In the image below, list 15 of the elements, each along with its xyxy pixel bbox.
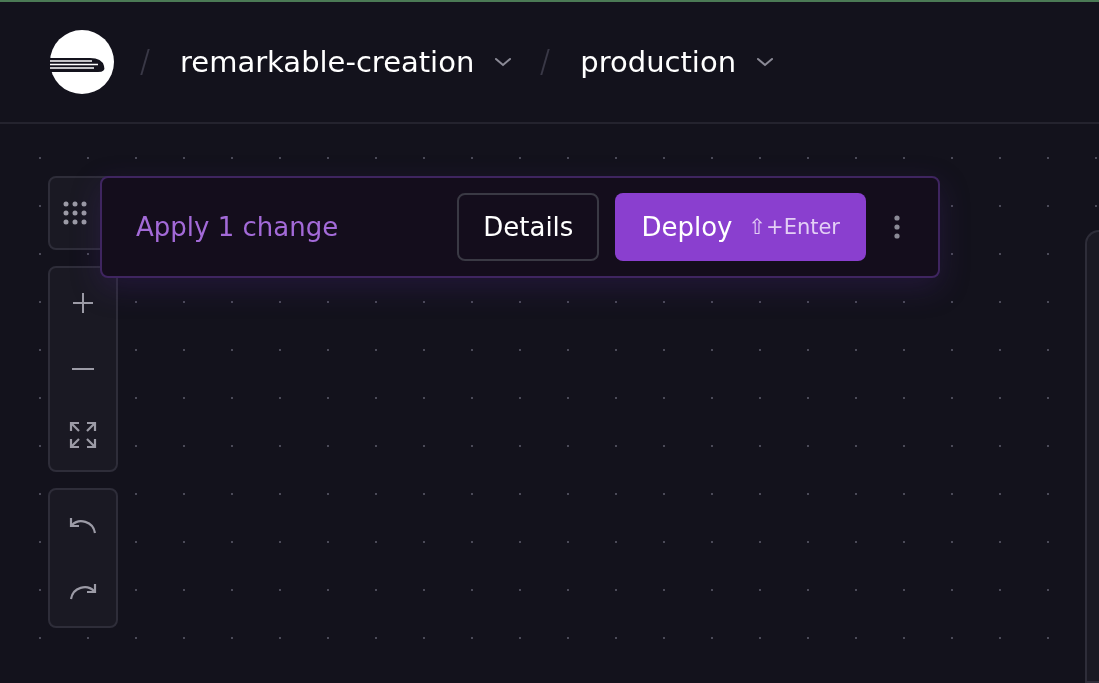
- expand-arrows-icon: [69, 421, 97, 449]
- details-button[interactable]: Details: [457, 193, 600, 261]
- more-vertical-icon: [894, 215, 900, 239]
- change-message: Apply 1 change: [136, 212, 340, 242]
- breadcrumb-dropdown[interactable]: production: [580, 45, 775, 79]
- deploy-button[interactable]: Deploy ⇧+Enter: [615, 193, 866, 261]
- chevron-down-icon: [494, 57, 513, 67]
- undo-icon: [69, 516, 97, 534]
- redo-icon: [69, 582, 97, 600]
- chevron-down-icon: [756, 57, 775, 67]
- logo-icon[interactable]: [50, 30, 114, 94]
- grid-dots-icon: [63, 201, 87, 225]
- breadcrumb-dropdown[interactable]: remarkable-creation: [180, 45, 513, 79]
- minus-icon: [71, 367, 95, 371]
- plus-icon: [71, 291, 95, 315]
